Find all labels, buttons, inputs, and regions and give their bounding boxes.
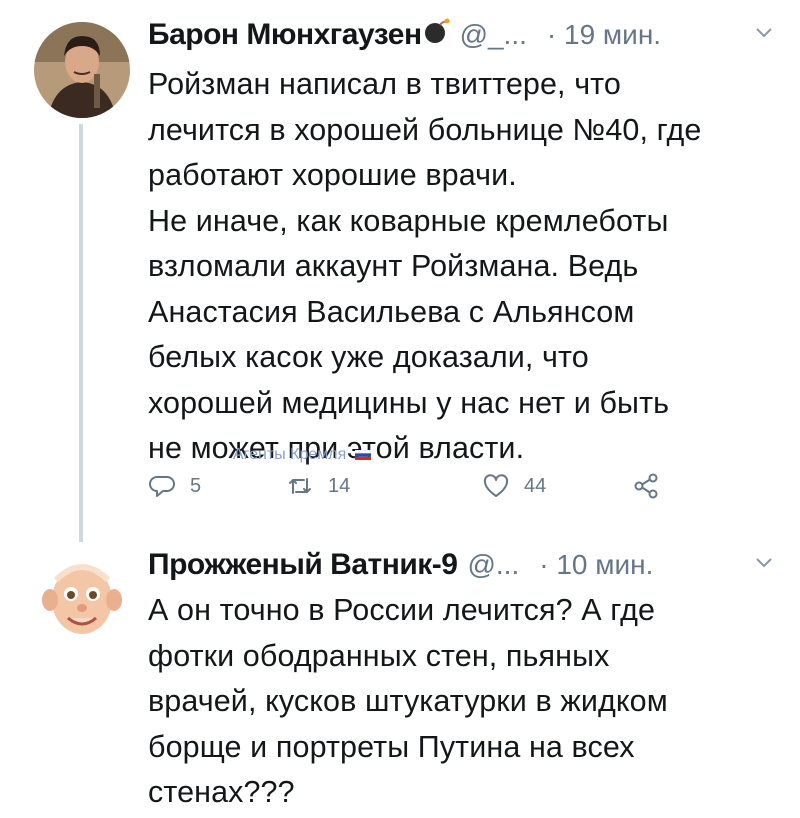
timestamp[interactable]: · 19 мин. [547,19,661,51]
share-button[interactable] [632,472,660,500]
like-count: 44 [524,474,547,497]
watermark-text: Агенты Кремля [233,446,347,463]
reply-icon [149,476,175,497]
retweet-count: 14 [328,474,351,497]
author-name[interactable]: Прожженый Ватник-9 [148,548,458,582]
action-bar: 5 14 44 [148,472,708,512]
bomb-icon [424,18,450,44]
author-name[interactable]: Барон Мюнхгаузен [148,18,422,52]
like-button[interactable]: 44 [482,472,546,500]
flag-icon [354,449,371,460]
tweet-text: А он точно в России лечится? А где фотки… [148,593,668,809]
retweet-icon [289,478,311,494]
reply-button[interactable]: 5 [148,472,201,500]
avatar[interactable] [34,550,130,646]
tweet-header: Прожженый Ватник-9 @... · 10 мин. [148,548,778,588]
author-handle[interactable]: @... [467,549,519,581]
reply-count: 5 [190,474,202,497]
author-handle[interactable]: @_... [460,19,527,51]
tweet-header: Барон Мюнхгаузен @_... · 19 мин. [148,18,778,58]
tweet-text: Ройзман написал в твиттере, что лечится … [148,67,702,465]
watermark: Агенты Кремля [233,446,371,464]
chevron-down-icon[interactable] [754,556,774,570]
chevron-down-icon[interactable] [754,26,774,40]
share-icon [634,473,658,499]
like-icon [483,474,509,497]
timestamp[interactable]: · 10 мин. [539,549,653,581]
retweet-button[interactable]: 14 [286,472,350,500]
tweet[interactable]: Барон Мюнхгаузен @_... · 19 мин. Ройзман… [0,0,800,530]
avatar[interactable] [34,22,130,118]
tweet[interactable]: Прожженый Ватник-9 @... · 10 мин. А он т… [0,530,800,818]
